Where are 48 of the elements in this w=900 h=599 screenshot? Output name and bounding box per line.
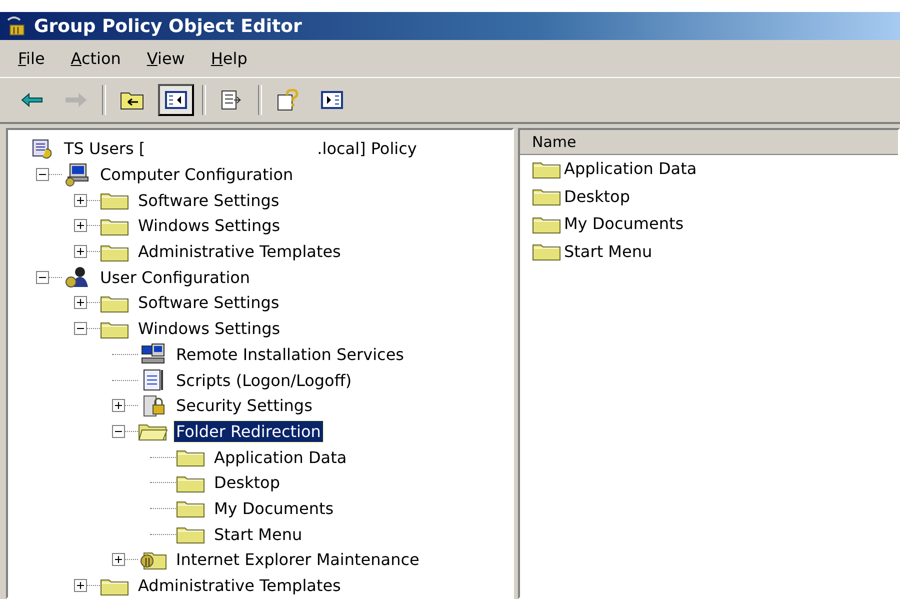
expand-icon[interactable] xyxy=(74,194,87,207)
tree-item[interactable]: Desktop xyxy=(212,472,282,494)
list-item[interactable]: Application Data xyxy=(564,159,697,178)
menu-item[interactable]: Help xyxy=(210,49,248,68)
tree-item[interactable]: TS Users [ xyxy=(62,138,148,160)
tree-item[interactable]: Start Menu xyxy=(212,524,304,545)
tree-item[interactable]: Scripts (Logon/Logoff) xyxy=(174,370,354,391)
menu-item[interactable]: View xyxy=(146,49,185,68)
menu-item[interactable]: File xyxy=(18,49,45,68)
tree-item[interactable]: Software Settings xyxy=(136,190,282,211)
tree-item[interactable]: Application Data xyxy=(212,446,349,468)
tree-pane-icon xyxy=(165,91,187,109)
tree-item-suffix: .local] Policy xyxy=(317,139,417,158)
collapse-icon[interactable] xyxy=(36,270,49,284)
tree-item[interactable]: Administrative Templates xyxy=(136,575,343,596)
tree-item[interactable]: Remote Installation Services xyxy=(174,344,406,365)
action-pane-icon xyxy=(321,91,343,109)
back-arrow-icon xyxy=(21,93,43,107)
tree-item[interactable]: Windows Settings xyxy=(136,215,282,236)
menu-item[interactable]: Action xyxy=(70,49,121,68)
tree-item[interactable]: Windows Settings xyxy=(136,318,282,340)
folder-up-icon xyxy=(120,90,144,110)
window-title: Group Policy Object Editor xyxy=(34,16,302,36)
list-item[interactable]: Desktop xyxy=(564,186,630,206)
toolbar-button[interactable] xyxy=(158,84,194,116)
list-item[interactable]: Start Menu xyxy=(564,242,652,261)
tree-item[interactable]: My Documents xyxy=(212,498,336,519)
expand-icon[interactable] xyxy=(112,399,125,412)
tree-item[interactable]: Administrative Templates xyxy=(136,241,343,262)
expand-icon[interactable] xyxy=(74,245,87,258)
tree-item[interactable]: Computer Configuration xyxy=(98,164,296,186)
tree-item[interactable]: Internet Explorer Maintenance xyxy=(174,549,422,570)
expand-icon[interactable] xyxy=(74,579,87,592)
tree-item[interactable]: Software Settings xyxy=(136,292,282,314)
list-item[interactable]: My Documents xyxy=(564,214,684,234)
expand-icon[interactable] xyxy=(112,553,125,566)
tree-item[interactable]: Folder Redirection xyxy=(174,420,323,442)
expand-icon[interactable] xyxy=(74,219,87,232)
collapse-icon[interactable] xyxy=(112,424,125,438)
forward-arrow-icon xyxy=(65,93,87,107)
help-icon xyxy=(276,89,300,111)
export-list-icon xyxy=(220,90,244,110)
column-header[interactable]: Name xyxy=(520,130,898,155)
expand-icon[interactable] xyxy=(74,296,87,310)
tree-item[interactable]: User Configuration xyxy=(98,266,252,288)
collapse-icon[interactable] xyxy=(74,322,87,336)
collapse-icon[interactable] xyxy=(36,168,49,182)
tree-item[interactable]: Security Settings xyxy=(174,395,314,416)
